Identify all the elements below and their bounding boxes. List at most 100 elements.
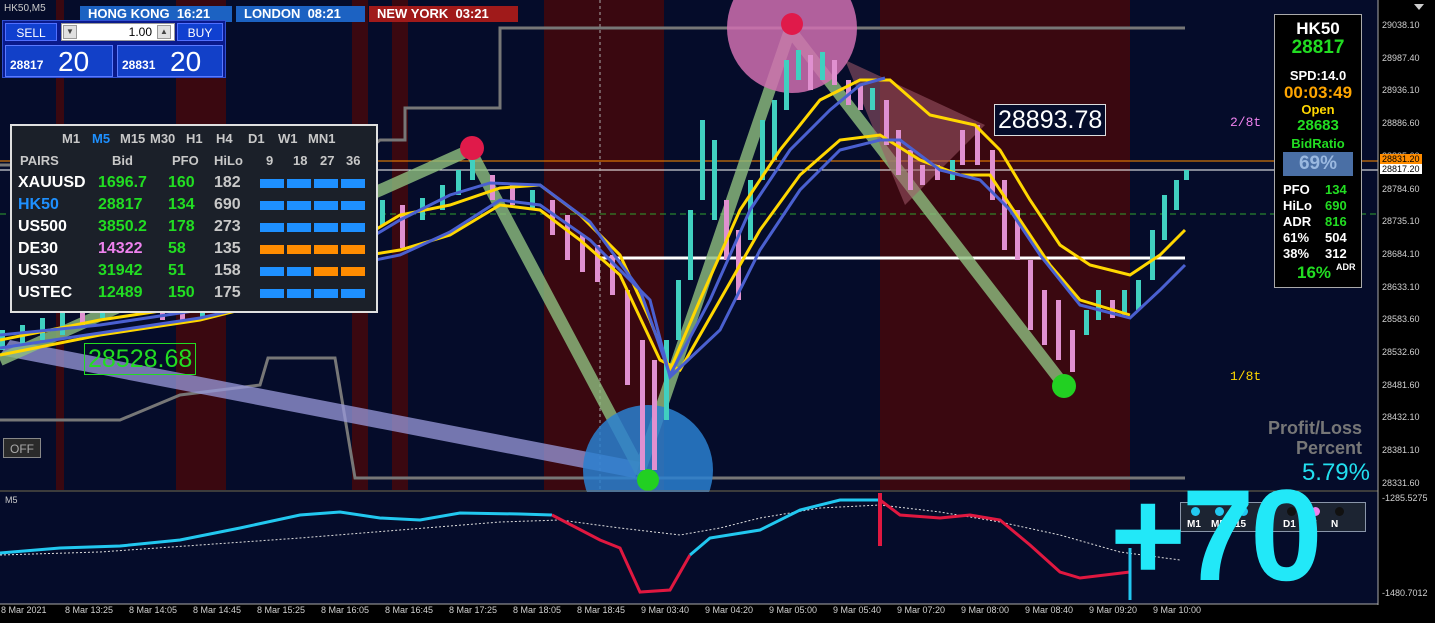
clock-time: 08:21	[307, 6, 341, 21]
price-axis-tick: 28735.10	[1382, 216, 1420, 227]
info-spread: SPD:14.0	[1289, 68, 1347, 83]
big-score-number: +70	[1110, 462, 1323, 608]
candle	[1056, 300, 1061, 360]
sell-price-prefix: 28817	[10, 58, 44, 72]
dashboard-timeframe-m30[interactable]: M30	[150, 131, 175, 146]
buy-price-big: 20	[170, 46, 202, 77]
dashboard-timeframe-h1[interactable]: H1	[186, 131, 203, 146]
time-axis-tick: 8 Mar 15:25	[257, 605, 306, 615]
dashboard-column-header: 18	[293, 153, 308, 168]
dashboard-pair[interactable]: HK50	[18, 196, 59, 214]
swing-high-dot	[460, 136, 484, 160]
timeframe-strip-label[interactable]: N	[1331, 519, 1338, 530]
chart-shift-icon[interactable]	[1414, 4, 1424, 10]
murrey-2-8-label: 2/8t	[1230, 115, 1262, 130]
clock-time: 03:21	[455, 6, 489, 21]
sell-price-big: 20	[58, 46, 90, 77]
dashboard-trend-bar	[314, 201, 338, 210]
dashboard-timeframe-mn1[interactable]: MN1	[308, 131, 335, 146]
candle	[1150, 230, 1155, 280]
candle	[920, 165, 925, 185]
dashboard-trend-bar	[287, 179, 311, 188]
dashboard-hilo: 135	[214, 240, 241, 257]
clock-new-york: NEW YORK 03:21	[369, 6, 518, 22]
dashboard-trend-bar	[287, 267, 311, 276]
info-stat-value: 816	[1325, 214, 1347, 229]
dashboard-pair[interactable]: DE30	[18, 240, 58, 258]
candle	[700, 120, 705, 200]
dashboard-hilo: 175	[214, 284, 241, 301]
time-axis-tick: 9 Mar 03:40	[641, 605, 690, 615]
info-adr-percent: 16%	[1297, 263, 1332, 282]
dashboard-trend-bar	[287, 289, 311, 298]
dashboard-timeframe-d1[interactable]: D1	[248, 131, 265, 146]
sell-button[interactable]: SELL	[5, 23, 57, 41]
price-axis-tick: 28583.60	[1382, 314, 1420, 325]
info-stat-label: HiLo	[1283, 198, 1312, 213]
dashboard-column-header: 36	[346, 153, 361, 168]
time-axis-tick: 9 Mar 08:40	[1025, 605, 1074, 615]
time-axis-tick: 8 Mar 14:45	[193, 605, 242, 615]
candle	[724, 200, 729, 260]
price-tag: 28831.20	[1380, 154, 1422, 164]
lot-decrease-icon[interactable]: ▼	[63, 25, 77, 39]
dashboard-timeframe-h4[interactable]: H4	[216, 131, 233, 146]
candle	[1122, 290, 1127, 315]
dashboard-pair[interactable]: US30	[18, 262, 58, 280]
lot-increase-icon[interactable]: ▲	[157, 25, 171, 39]
buy-price-box[interactable]: 28831 20	[117, 45, 223, 77]
dashboard-trend-bar	[341, 223, 365, 232]
candle	[470, 160, 475, 180]
candle	[820, 52, 825, 80]
dashboard-trend-bar	[341, 245, 365, 254]
dashboard-trend-bar	[260, 201, 284, 210]
sell-price-box[interactable]: 28817 20	[5, 45, 113, 77]
dashboard-pair[interactable]: US500	[18, 218, 67, 236]
dashboard-bid: 12489	[98, 284, 143, 301]
info-stat-label: 61%	[1283, 230, 1310, 245]
dashboard-timeframe-m5[interactable]: M5	[92, 131, 110, 146]
dashboard-trend-bar	[314, 179, 338, 188]
dashboard-pair[interactable]: USTEC	[18, 284, 72, 302]
info-open-value: 28683	[1297, 117, 1339, 134]
info-stat-label: 38%	[1283, 246, 1310, 261]
clock-label: HONG KONG	[88, 6, 170, 21]
dashboard-trend-bar	[260, 267, 284, 276]
dashboard-timeframe-m15[interactable]: M15	[120, 131, 145, 146]
timeframe-dot	[1335, 507, 1344, 516]
dashboard-hilo: 182	[214, 174, 241, 191]
dashboard-trend-bar	[260, 245, 284, 254]
time-axis-tick: 8 Mar 13:25	[65, 605, 114, 615]
candle	[380, 200, 385, 225]
time-axis-tick: 8 Mar 18:45	[577, 605, 626, 615]
price-label-low: 28528.68	[84, 343, 197, 375]
info-stat-value: 134	[1325, 182, 1347, 197]
dashboard-pair[interactable]: XAUUSD	[18, 174, 86, 192]
price-axis-tick: 28633.10	[1382, 281, 1420, 292]
dashboard-trend-bar	[314, 245, 338, 254]
info-symbol: HK50	[1296, 19, 1340, 38]
price-label-high: 28893.78	[994, 104, 1107, 136]
dashboard-bid: 14322	[98, 240, 143, 257]
price-axis-tick: 28432.10	[1382, 412, 1420, 423]
candle	[1084, 310, 1089, 335]
candle	[1070, 330, 1075, 372]
candle	[870, 88, 875, 110]
time-axis-tick: 8 Mar 14:05	[129, 605, 178, 615]
swing-low-dot	[1052, 374, 1076, 398]
dashboard-timeframe-w1[interactable]: W1	[278, 131, 298, 146]
dashboard-pfo: 58	[168, 240, 186, 257]
swing-low-dot	[637, 469, 659, 491]
time-axis-tick: 8 Mar 18:05	[513, 605, 562, 615]
buy-button[interactable]: BUY	[177, 23, 223, 41]
dashboard-trend-bar	[260, 223, 284, 232]
dashboard-trend-bar	[314, 289, 338, 298]
info-bidratio-label: BidRatio	[1291, 136, 1345, 151]
off-button[interactable]: OFF	[3, 438, 41, 458]
clock-label: LONDON	[244, 6, 301, 21]
dashboard-hilo: 158	[214, 262, 241, 279]
murrey-1-8-label: 1/8t	[1230, 369, 1262, 384]
dashboard-timeframe-m1[interactable]: M1	[62, 131, 80, 146]
clock-time: 16:21	[176, 6, 211, 21]
price-axis-tick: 28987.40	[1382, 52, 1420, 63]
